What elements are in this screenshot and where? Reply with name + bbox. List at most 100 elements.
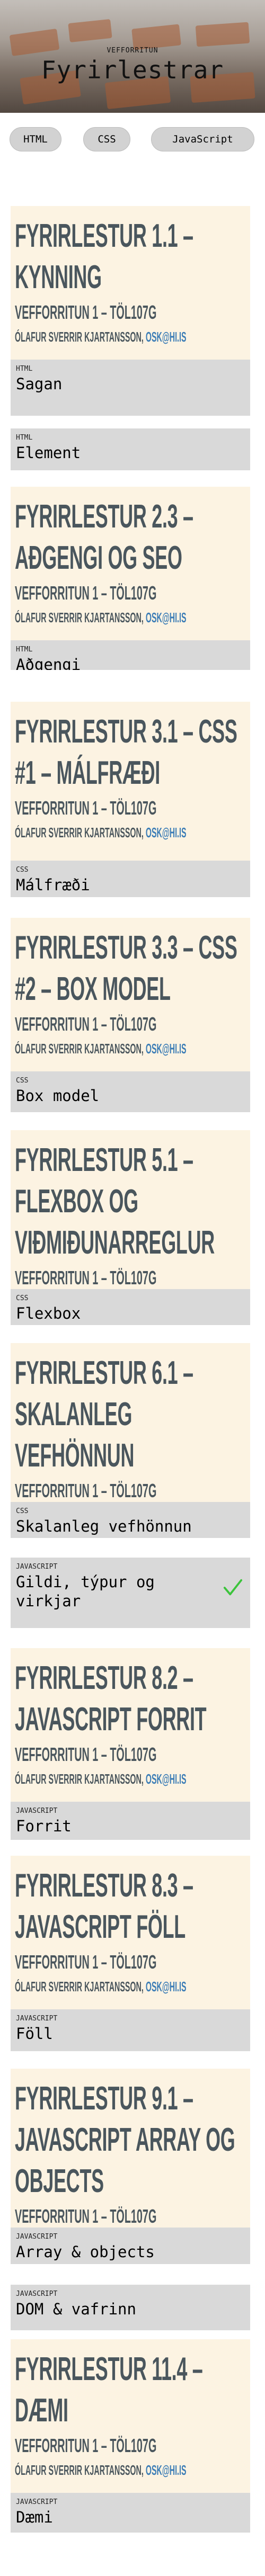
tab-css[interactable]: CSS [83,127,130,151]
lecture-name: Föll [16,2025,53,2043]
lecture-name: Box model [16,1087,100,1105]
thumbnail-author: Ólafur Sverrir Kjartansson, osk@hi.is [15,1979,187,1995]
lecture-category: CSS [16,1294,29,1302]
lecture-label: JAVASCRIPT Dæmi [11,2493,250,2533]
lecture-thumbnail: Fyrirlestur 8.3 – JavaScript föll Vefforr… [11,1856,250,2009]
lecture-card[interactable]: Fyrirlestur 11.4 – Dæmi Vefforritun 1 – T… [11,2339,250,2533]
lecture-label: CSS Málfræði [11,861,250,897]
thumbnail-author: Ólafur Sverrir Kjartansson, osk@hi.is [15,825,187,841]
lecture-card[interactable]: Fyrirlestur 8.3 – JavaScript föll Vefforr… [11,1856,250,2051]
thumbnail-course: Vefforritun 1 – TÖL107G [15,301,157,323]
lecture-name: Flexbox [16,1304,81,1322]
lecture-name: Element [16,444,81,462]
lecture-card[interactable]: JAVASCRIPT Gildi, týpur og virkjar [11,1558,250,1628]
lecture-card[interactable]: Fyrirlestur 3.1 – CSS #1 – Málfræði Veffo… [11,702,250,897]
thumbnail-title: Fyrirlestur 3.1 – CSS #1 – Málfræði [15,713,237,791]
category-tabs: HTML CSS JavaScript [0,113,265,164]
author-email: osk@hi.is [145,1041,187,1057]
lecture-card[interactable]: HTML Element [11,428,250,470]
lecture-category: JAVASCRIPT [16,2015,58,2023]
author-name: Ólafur Sverrir Kjartansson, [15,329,146,345]
page-title: Fyrirlestrar [41,56,224,84]
lecture-label: HTML Element [11,428,250,470]
thumbnail-author: Ólafur Sverrir Kjartansson, osk@hi.is [15,2462,187,2479]
thumbnail-author: Ólafur Sverrir Kjartansson, osk@hi.is [15,1041,187,1057]
lecture-label: CSS Flexbox [11,1289,250,1325]
author-name: Ólafur Sverrir Kjartansson, [15,1041,146,1057]
author-name: Ólafur Sverrir Kjartansson, [15,610,146,625]
thumbnail-course: Vefforritun 1 – TÖL107G [15,1743,157,1765]
lecture-card[interactable]: JAVASCRIPT DOM & vafrinn [11,2285,250,2330]
lecture-category: JAVASCRIPT [16,2290,58,2298]
thumbnail-title: Fyrirlestur 2.3 – Aðgengi og SEO [15,498,193,576]
author-email: osk@hi.is [145,610,187,625]
thumbnail-course: Vefforritun 1 – TÖL107G [15,2435,157,2456]
lecture-label: JAVASCRIPT Array & objects [11,2228,250,2264]
lecture-category: JAVASCRIPT [16,2498,58,2506]
header-hero: VEFFORRITUN Fyrirlestrar [0,0,265,113]
lecture-name: Skalanleg vefhönnun [16,1517,192,1535]
lecture-category: JAVASCRIPT [16,2233,58,2241]
lecture-name: DOM & vafrinn [16,2300,136,2318]
lecture-name: Aðgengi [16,656,81,670]
lecture-name: Málfræði [16,876,90,894]
lecture-card[interactable]: Fyrirlestur 5.1 – Flexbox og viðmiðunarr… [11,1130,250,1325]
lecture-name: Sagan [16,375,63,393]
author-email: osk@hi.is [145,329,187,345]
lecture-category: JAVASCRIPT [16,1807,58,1815]
thumbnail-course: Vefforritun 1 – TÖL107G [15,1013,157,1035]
lecture-category: HTML [16,365,33,373]
thumbnail-author: Ólafur Sverrir Kjartansson, osk@hi.is [15,610,187,626]
lecture-category: CSS [16,1077,29,1085]
author-name: Ólafur Sverrir Kjartansson, [15,825,146,840]
lecture-card[interactable]: Fyrirlestur 6.1 – Skalanleg vefhönnun Vef… [11,1343,250,1538]
thumbnail-title: Fyrirlestur 8.2 – JavaScript forrit [15,1660,207,1738]
checkmark-icon [223,1579,243,1596]
thumbnail-course: Vefforritun 1 – TÖL107G [15,2205,157,2227]
author-name: Ólafur Sverrir Kjartansson, [15,1771,146,1787]
lecture-category: HTML [16,434,33,442]
tab-javascript[interactable]: JavaScript [151,127,254,151]
lecture-thumbnail: Fyrirlestur 6.1 – Skalanleg vefhönnun Vef… [11,1343,250,1502]
author-name: Ólafur Sverrir Kjartansson, [15,1979,146,1994]
thumbnail-title: Fyrirlestur 6.1 – Skalanleg vefhönnun [15,1355,193,1474]
lecture-label: JAVASCRIPT Forrit [11,1802,250,1840]
header-subtitle: VEFFORRITUN [107,47,158,55]
thumbnail-course: Vefforritun 1 – TÖL107G [15,1951,157,1973]
author-email: osk@hi.is [145,1979,187,1994]
lecture-card[interactable]: Fyrirlestur 9.1 – JavaScript array og ob… [11,2069,250,2264]
thumbnail-title: Fyrirlestur 3.3 – CSS #2 – Box model [15,929,237,1007]
lecture-label: JAVASCRIPT Föll [11,2009,250,2051]
lecture-category: CSS [16,866,29,874]
lecture-name: Gildi, týpur og virkjar [16,1573,155,1610]
lecture-thumbnail: Fyrirlestur 3.1 – CSS #1 – Málfræði Veffo… [11,702,250,861]
lecture-category: JAVASCRIPT [16,1563,58,1571]
tab-html[interactable]: HTML [10,127,61,151]
lecture-label: JAVASCRIPT Gildi, týpur og virkjar [11,1558,250,1628]
thumbnail-course: Vefforritun 1 – TÖL107G [15,1480,157,1501]
lecture-card[interactable]: Fyrirlestur 8.2 – JavaScript forrit Veffo… [11,1648,250,1840]
lecture-label: HTML Sagan [11,360,250,416]
thumbnail-title: Fyrirlestur 1.1 – Kynning [15,218,193,296]
lecture-label: CSS Skalanleg vefhönnun [11,1502,250,1538]
author-name: Ólafur Sverrir Kjartansson, [15,2462,146,2478]
lecture-thumbnail: Fyrirlestur 3.3 – CSS #2 – Box model Veff… [11,918,250,1071]
lecture-thumbnail: Fyrirlestur 2.3 – Aðgengi og SEO Vefforri… [11,487,250,640]
lecture-thumbnail: Fyrirlestur 5.1 – Flexbox og viðmiðunarr… [11,1130,250,1289]
lecture-label: JAVASCRIPT DOM & vafrinn [11,2285,250,2330]
lecture-card[interactable]: Fyrirlestur 2.3 – Aðgengi og SEO Vefforri… [11,487,250,670]
lecture-label: HTML Aðgengi [11,640,250,670]
lecture-card[interactable]: Fyrirlestur 1.1 – Kynning Vefforritun 1 –… [11,206,250,416]
lecture-card[interactable]: Fyrirlestur 3.3 – CSS #2 – Box model Veff… [11,918,250,1112]
thumbnail-course: Vefforritun 1 – TÖL107G [15,582,157,604]
thumbnail-title: Fyrirlestur 11.4 – Dæmi [15,2351,203,2429]
lecture-name: Forrit [16,1817,72,1835]
thumbnail-author: Ólafur Sverrir Kjartansson, osk@hi.is [15,1771,187,1787]
thumbnail-course: Vefforritun 1 – TÖL107G [15,797,157,819]
thumbnail-author: Ólafur Sverrir Kjartansson, osk@hi.is [15,329,187,345]
lecture-label: CSS Box model [11,1071,250,1112]
lecture-thumbnail: Fyrirlestur 1.1 – Kynning Vefforritun 1 –… [11,206,250,360]
lecture-name: Dæmi [16,2508,53,2526]
lecture-category: HTML [16,646,33,654]
lecture-thumbnail: Fyrirlestur 9.1 – JavaScript array og ob… [11,2069,250,2228]
